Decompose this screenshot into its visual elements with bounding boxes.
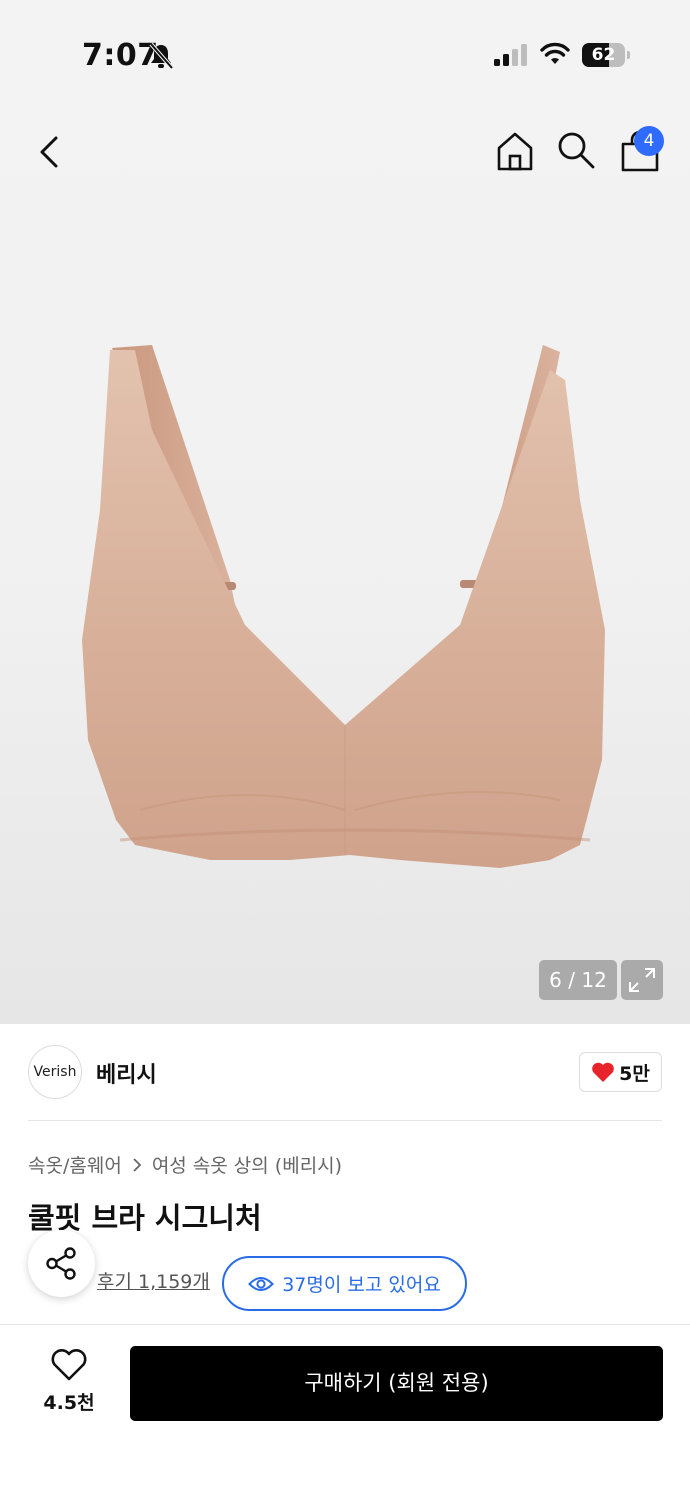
status-bar: 7:07 62: [0, 0, 690, 100]
buy-button[interactable]: 구매하기 (회원 전용): [130, 1346, 663, 1421]
breadcrumb: 속옷/홈웨어 여성 속옷 상의 (베리시): [28, 1151, 342, 1178]
product-image-gallery[interactable]: 4 6 / 12: [0, 100, 690, 1024]
brand-name[interactable]: 베리시: [96, 1057, 157, 1089]
battery-level: 62: [591, 45, 616, 65]
bottom-bar-divider: [0, 1324, 690, 1325]
wishlist-button[interactable]: 4.5천: [36, 1348, 102, 1418]
battery-icon: 62: [582, 43, 630, 67]
brand-like-count: 5만: [619, 1062, 650, 1085]
search-icon[interactable]: [556, 130, 596, 170]
brand-logo[interactable]: Verish: [28, 1045, 82, 1099]
eye-icon: [248, 1276, 275, 1291]
heart-outline-icon: [51, 1349, 87, 1381]
viewers-count-text: 37명이 보고 있어요: [282, 1274, 441, 1296]
review-count-link[interactable]: 후기 1,159개: [97, 1267, 210, 1294]
breadcrumb-category[interactable]: 속옷/홈웨어: [28, 1151, 122, 1178]
back-arrow-icon[interactable]: [30, 130, 70, 174]
cart-count-badge: 4: [634, 126, 664, 156]
share-icon: [46, 1247, 76, 1280]
heart-filled-icon: [592, 1062, 614, 1082]
bell-muted-icon: [149, 42, 174, 70]
cellular-signal-icon: [494, 44, 527, 66]
viewers-count-pill: 37명이 보고 있어요: [222, 1256, 467, 1311]
wishlist-count: 4.5천: [43, 1392, 95, 1414]
home-icon[interactable]: [494, 130, 536, 172]
image-page-indicator: 6 / 12: [539, 960, 617, 1000]
brand-like-button[interactable]: 5만: [579, 1052, 662, 1092]
expand-image-button[interactable]: [621, 960, 663, 1000]
breadcrumb-subcategory[interactable]: 여성 속옷 상의 (베리시): [152, 1151, 342, 1178]
wifi-icon: [540, 42, 570, 64]
divider: [28, 1120, 662, 1121]
chevron-right-icon: [133, 1157, 142, 1172]
expand-icon: [629, 968, 655, 992]
share-button[interactable]: [28, 1230, 95, 1297]
product-photo: [82, 345, 605, 868]
